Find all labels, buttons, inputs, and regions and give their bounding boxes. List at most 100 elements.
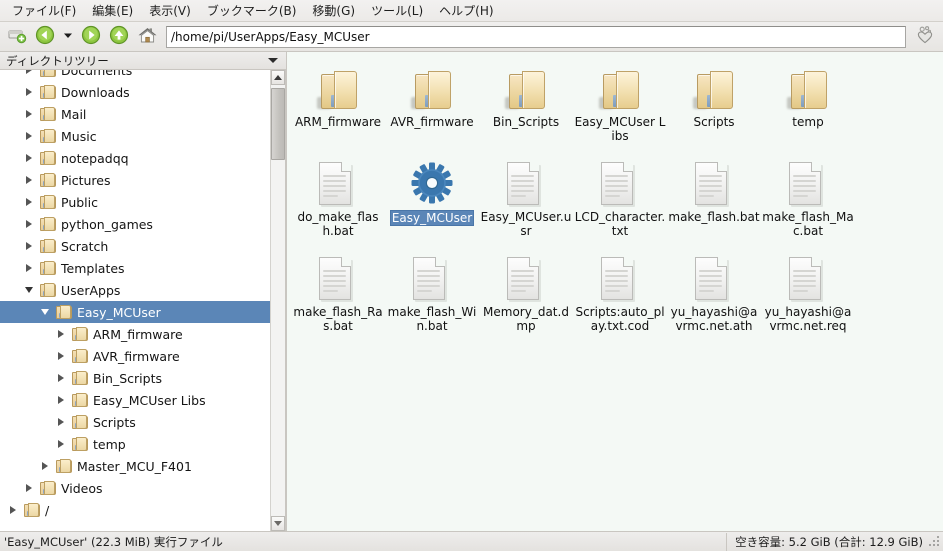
menu-help[interactable]: ヘルプ(H) <box>431 1 501 21</box>
sidebar-scrollbar[interactable] <box>270 70 285 531</box>
history-dropdown-button[interactable] <box>60 24 76 50</box>
tree-expand-toggle[interactable] <box>50 418 72 426</box>
tree-item-userapps[interactable]: UserApps <box>0 279 270 301</box>
home-button[interactable] <box>134 24 160 50</box>
tree-expand-toggle[interactable] <box>18 70 40 74</box>
tree-expand-toggle[interactable] <box>18 88 40 96</box>
new-tab-button[interactable] <box>4 24 30 50</box>
forward-button[interactable] <box>78 24 104 50</box>
file-item[interactable]: make_flash_Win.bat <box>385 248 479 343</box>
tree-item-notepadqq[interactable]: notepadqq <box>0 147 270 169</box>
tree-item-label: Downloads <box>61 84 130 100</box>
triangle-right-icon <box>58 440 64 448</box>
tree-item-bin-scripts[interactable]: Bin_Scripts <box>0 367 270 389</box>
scrollbar-thumb[interactable] <box>271 88 285 160</box>
directory-tree[interactable]: Documents Downloads Mail Music notepadqq Pict… <box>0 70 270 531</box>
tree-item-label: ARM_firmware <box>93 326 183 342</box>
file-item[interactable]: Easy_MCUser Libs <box>573 58 667 153</box>
tree-item-templates[interactable]: Templates <box>0 257 270 279</box>
tree-expand-toggle[interactable] <box>18 484 40 492</box>
tree-expand-toggle[interactable] <box>18 176 40 184</box>
menu-tools[interactable]: ツール(L) <box>363 1 431 21</box>
tree-expand-toggle[interactable] <box>18 132 40 140</box>
menu-go[interactable]: 移動(G) <box>304 1 363 21</box>
tree-expand-toggle[interactable] <box>50 374 72 382</box>
file-item[interactable]: yu_hayashi@avrmc.net.ath <box>667 248 761 343</box>
tree-item-scripts[interactable]: Scripts <box>0 411 270 433</box>
home-icon <box>137 25 158 49</box>
tree-item-documents[interactable]: Documents <box>0 70 270 81</box>
file-item[interactable]: LCD_character.txt <box>573 153 667 248</box>
tree-expand-toggle[interactable] <box>18 198 40 206</box>
file-item[interactable]: AVR_firmware <box>385 58 479 153</box>
tree-expand-toggle[interactable] <box>18 154 40 162</box>
file-item[interactable]: Easy_MCUser <box>385 153 479 248</box>
file-item[interactable]: make_flash_Mac.bat <box>761 153 855 248</box>
tree-item-mail[interactable]: Mail <box>0 103 270 125</box>
document-icon <box>788 161 828 207</box>
tree-item-avr-firmware[interactable]: AVR_firmware <box>0 345 270 367</box>
file-item[interactable]: do_make_flash.bat <box>291 153 385 248</box>
bookmark-button[interactable] <box>911 24 939 50</box>
tree-item-[interactable]: / <box>0 499 270 521</box>
tree-item-master-mcu-f401[interactable]: Master_MCU_F401 <box>0 455 270 477</box>
folder-icon <box>40 151 56 165</box>
file-item[interactable]: Bin_Scripts <box>479 58 573 153</box>
file-item[interactable]: Scripts:auto_play.txt.cod <box>573 248 667 343</box>
tree-collapse-toggle[interactable] <box>18 287 40 293</box>
file-item-label: Easy_MCUser.usr <box>480 210 572 238</box>
document-icon <box>694 256 734 302</box>
scroll-up-button[interactable] <box>271 70 285 85</box>
menu-edit[interactable]: 編集(E) <box>84 1 141 21</box>
tree-expand-toggle[interactable] <box>18 220 40 228</box>
tree-item-temp[interactable]: temp <box>0 433 270 455</box>
file-item[interactable]: Easy_MCUser.usr <box>479 153 573 248</box>
tree-item-downloads[interactable]: Downloads <box>0 81 270 103</box>
menu-bookmarks[interactable]: ブックマーク(B) <box>199 1 305 21</box>
scrollbar-track[interactable] <box>271 85 285 516</box>
tree-collapse-toggle[interactable] <box>34 309 56 315</box>
tree-item-videos[interactable]: Videos <box>0 477 270 499</box>
scroll-down-button[interactable] <box>271 516 285 531</box>
tree-expand-toggle[interactable] <box>50 352 72 360</box>
sidebar: ディレクトリツリー Documents Downloads Mail Music not… <box>0 52 286 531</box>
tree-item-music[interactable]: Music <box>0 125 270 147</box>
tree-item-scratch[interactable]: Scratch <box>0 235 270 257</box>
tree-item-label: Master_MCU_F401 <box>77 458 192 474</box>
up-button[interactable] <box>106 24 132 50</box>
menu-view[interactable]: 表示(V) <box>141 1 199 21</box>
resize-grip-icon[interactable] <box>928 535 941 548</box>
tree-item-arm-firmware[interactable]: ARM_firmware <box>0 323 270 345</box>
tree-item-pictures[interactable]: Pictures <box>0 169 270 191</box>
file-item[interactable]: temp <box>761 58 855 153</box>
tree-item-python-games[interactable]: python_games <box>0 213 270 235</box>
tree-item-easy-mcuser[interactable]: Easy_MCUser <box>0 301 270 323</box>
tree-expand-toggle[interactable] <box>50 330 72 338</box>
path-bar[interactable] <box>166 25 906 48</box>
status-freespace-info: 空き容量: 5.2 GiB (合計: 12.9 GiB) <box>726 532 925 551</box>
tree-expand-toggle[interactable] <box>18 242 40 250</box>
file-item[interactable]: yu_hayashi@avrmc.net.req <box>761 248 855 343</box>
tree-expand-toggle[interactable] <box>34 462 56 470</box>
path-input[interactable] <box>166 25 906 48</box>
menu-file[interactable]: ファイル(F) <box>4 1 84 21</box>
tree-item-easy-mcuser-libs[interactable]: Easy_MCUser Libs <box>0 389 270 411</box>
file-item[interactable]: make_flash.bat <box>667 153 761 248</box>
tree-item-label: Mail <box>61 106 87 122</box>
tree-item-public[interactable]: Public <box>0 191 270 213</box>
file-list-pane[interactable]: ARM_firmware AVR_firmware Bin_Scripts Easy_… <box>286 52 943 531</box>
tree-expand-toggle[interactable] <box>50 396 72 404</box>
folder-icon <box>503 71 549 112</box>
back-button[interactable] <box>32 24 58 50</box>
status-bar: 'Easy_MCUser' (22.3 MiB) 実行ファイル 空き容量: 5.… <box>0 531 943 551</box>
tree-expand-toggle[interactable] <box>18 110 40 118</box>
file-item[interactable]: Memory_dat.dmp <box>479 248 573 343</box>
tree-expand-toggle[interactable] <box>18 264 40 272</box>
file-item[interactable]: make_flash_Ras.bat <box>291 248 385 343</box>
folder-icon <box>40 70 56 77</box>
chevron-down-icon[interactable] <box>268 58 278 63</box>
tree-expand-toggle[interactable] <box>50 440 72 448</box>
tree-expand-toggle[interactable] <box>2 506 24 514</box>
file-item[interactable]: Scripts <box>667 58 761 153</box>
file-item[interactable]: ARM_firmware <box>291 58 385 153</box>
